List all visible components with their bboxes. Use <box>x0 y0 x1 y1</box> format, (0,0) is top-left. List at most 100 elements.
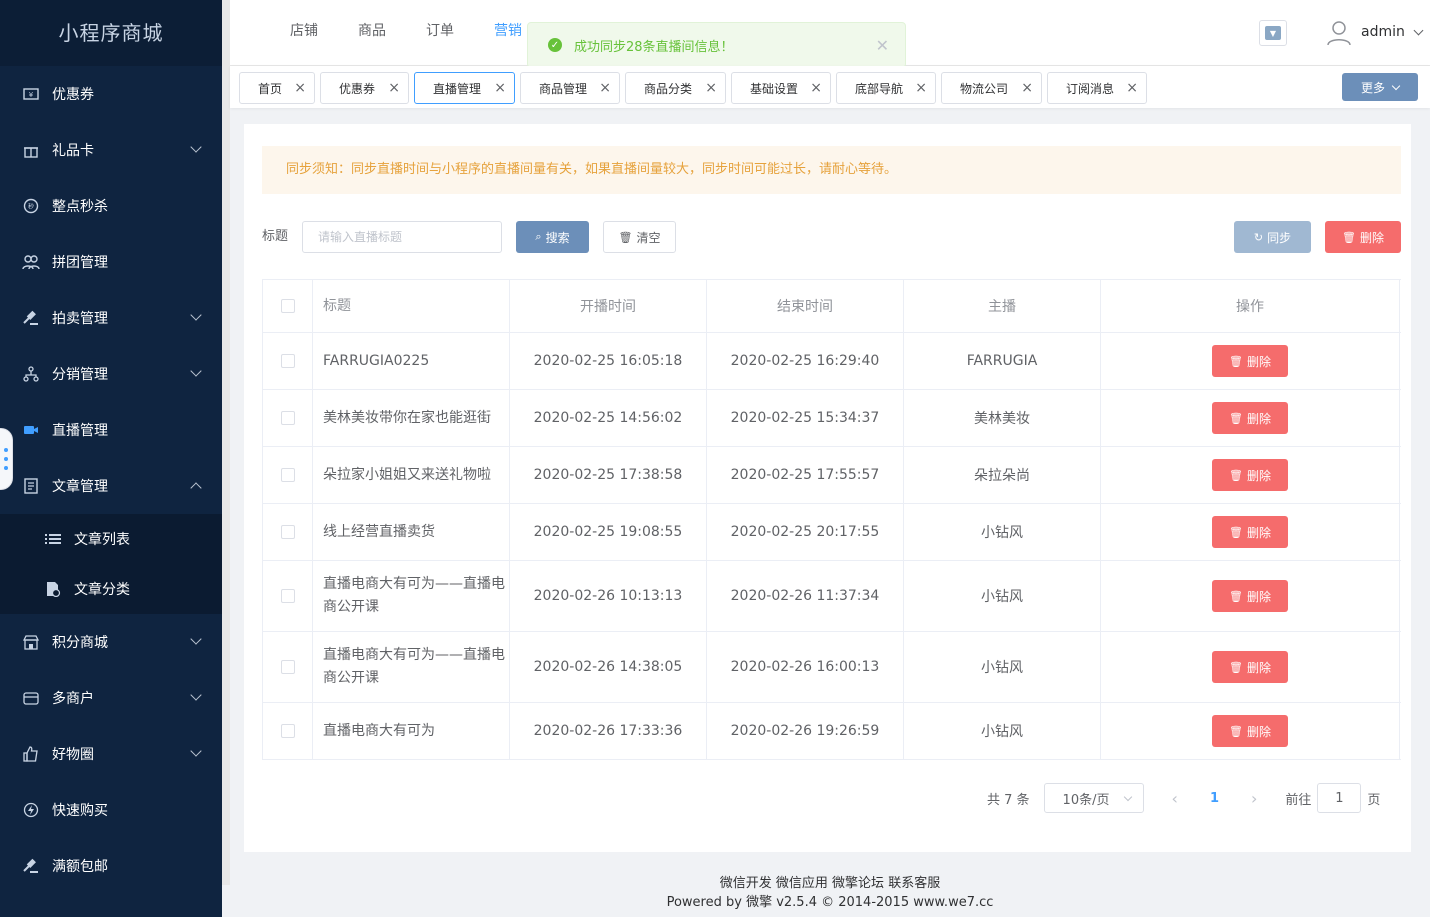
close-icon[interactable]: × <box>599 80 611 96</box>
row-checkbox[interactable] <box>280 354 295 368</box>
shop-icon <box>22 689 40 707</box>
cell-title: 朵拉家小姐姐又来送礼物啦 <box>313 447 510 503</box>
sidebar-item-points-mall[interactable]: 积分商城 <box>0 614 222 670</box>
chevron-down-icon <box>190 141 202 153</box>
sidebar-scrollbar[interactable] <box>222 0 230 885</box>
sidebar-item-article-list[interactable]: 文章列表 <box>0 514 222 564</box>
sidebar-item-article-category[interactable]: 文章分类 <box>0 564 222 614</box>
row-checkbox[interactable] <box>280 660 295 674</box>
sidebar-item-distribution[interactable]: 分销管理 <box>0 346 222 402</box>
check-circle-icon: ✓ <box>548 38 562 52</box>
page-size-select[interactable]: 10条/页 <box>1043 783 1144 813</box>
table-row: 美林美妆带你在家也能逛街 2020-02-25 14:56:02 2020-02-2… <box>263 390 1401 447</box>
tab-live[interactable]: 直播管理 × <box>414 72 515 104</box>
document-icon <box>22 477 40 495</box>
close-icon[interactable]: ✕ <box>876 36 889 55</box>
close-icon[interactable]: × <box>915 80 927 96</box>
nav-marketing[interactable]: 营销 <box>494 0 522 62</box>
sidebar-item-group-buy[interactable]: 拼团管理 <box>0 234 222 290</box>
delete-button[interactable]: 🗑 删除 <box>1212 580 1288 612</box>
goto-page-input[interactable]: 1 <box>1317 783 1362 813</box>
tab-bottom-nav[interactable]: 底部导航 × <box>836 72 936 104</box>
trash-icon: 🗑 <box>1229 468 1243 482</box>
page-number[interactable]: 1 <box>1210 791 1219 806</box>
nav-goods[interactable]: 商品 <box>358 0 386 62</box>
delete-button[interactable]: 🗑 删除 <box>1212 651 1288 683</box>
tab-logistics[interactable]: 物流公司 × <box>941 72 1042 104</box>
select-all-checkbox[interactable] <box>280 299 295 313</box>
nav-shop[interactable]: 店铺 <box>290 0 318 62</box>
sidebar-item-auction[interactable]: 拍卖管理 <box>0 290 222 346</box>
delete-button[interactable]: 🗑 删除 <box>1212 516 1288 548</box>
sidebar-item-label: 多商户 <box>52 691 94 707</box>
bulk-delete-button[interactable]: 🗑 删除 <box>1325 221 1401 253</box>
close-icon[interactable]: × <box>494 80 506 96</box>
chevron-down-icon <box>190 689 202 701</box>
cell-anchor: 小钻风 <box>904 504 1101 560</box>
toast-message: 成功同步28条直播间信息！ <box>574 39 734 55</box>
drag-handle[interactable] <box>0 428 13 490</box>
sidebar-item-label: 文章分类 <box>74 582 130 598</box>
cell-anchor: 小钻风 <box>904 703 1101 759</box>
close-icon[interactable]: × <box>294 80 306 96</box>
delete-button[interactable]: 🗑 删除 <box>1212 402 1288 434</box>
sidebar-item-flash-sale[interactable]: 秒 整点秒杀 <box>0 178 222 234</box>
close-icon[interactable]: × <box>1021 80 1033 96</box>
row-checkbox[interactable] <box>280 589 295 603</box>
table-row: 直播电商大有可为 2020-02-26 17:33:36 2020-02-26 19… <box>263 703 1401 760</box>
next-page-icon[interactable]: › <box>1251 789 1257 808</box>
search-button[interactable]: ⌕ 搜索 <box>516 221 589 253</box>
row-checkbox[interactable] <box>280 525 295 539</box>
sidebar-item-articles[interactable]: 文章管理 <box>0 458 222 514</box>
row-checkbox[interactable] <box>280 468 295 482</box>
user-menu[interactable]: admin <box>1325 18 1424 46</box>
sidebar-item-free-shipping[interactable]: 满额包邮 <box>0 838 222 894</box>
sidebar-item-multi-merchant[interactable]: 多商户 <box>0 670 222 726</box>
tab-goods-category[interactable]: 商品分类 × <box>625 72 726 104</box>
sidebar-item-label: 优惠券 <box>52 87 94 103</box>
sidebar-item-quick-buy[interactable]: 快速购买 <box>0 782 222 838</box>
chevron-down-icon <box>1123 792 1132 802</box>
table-row: FARRUGIA0225 2020-02-25 16:05:18 2020-02-2… <box>263 333 1401 390</box>
delete-button[interactable]: 🗑 删除 <box>1212 715 1288 747</box>
goto-suffix: 页 <box>1367 792 1381 808</box>
app-logo[interactable]: 小程序商城 <box>0 0 222 66</box>
sidebar: 小程序商城 ¥ 优惠券 礼品卡 秒 整点秒杀 拼团管理 拍卖管理 分销管理 直播… <box>0 0 222 917</box>
close-icon[interactable]: × <box>705 80 717 96</box>
sidebar-item-label: 整点秒杀 <box>52 199 108 215</box>
tab-subscribe-msg[interactable]: 订阅消息 × <box>1047 72 1147 104</box>
more-tabs-button[interactable]: 更多 <box>1342 73 1418 101</box>
delete-button[interactable]: 🗑 删除 <box>1212 459 1288 491</box>
sidebar-item-good-circle[interactable]: 好物圈 <box>0 726 222 782</box>
sync-notice: 同步须知：同步直播时间与小程序的直播间量有关，如果直播间量较大，同步时间可能过长… <box>262 146 1401 194</box>
collapse-button[interactable]: ▼ <box>1259 20 1287 46</box>
title-search-input[interactable] <box>302 221 502 253</box>
sidebar-item-giftcard[interactable]: 礼品卡 <box>0 122 222 178</box>
sidebar-item-live[interactable]: 直播管理 <box>0 402 222 458</box>
nav-orders[interactable]: 订单 <box>426 0 454 62</box>
row-checkbox[interactable] <box>280 724 295 738</box>
tab-coupon[interactable]: 优惠券 × <box>320 72 409 104</box>
close-icon[interactable]: × <box>388 80 400 96</box>
close-icon[interactable]: × <box>1126 80 1138 96</box>
sidebar-item-label: 满额包邮 <box>52 859 108 875</box>
username: admin <box>1361 24 1405 40</box>
filter-bar: 标题 ⌕搜索 🗑清空 ↻同步 🗑删除 <box>262 221 1401 253</box>
tab-goods-manage[interactable]: 商品管理 × <box>520 72 620 104</box>
chevron-down-icon <box>190 365 202 377</box>
tab-home[interactable]: 首页 × <box>239 72 315 104</box>
close-icon[interactable]: × <box>810 80 822 96</box>
chevron-down-icon: ▼ <box>1265 26 1281 40</box>
prev-page-icon[interactable]: ‹ <box>1172 789 1178 808</box>
tab-basic-settings[interactable]: 基础设置 × <box>731 72 831 104</box>
row-checkbox[interactable] <box>280 411 295 425</box>
table-row: 直播电商大有可为——直播电商公开课 2020-02-26 10:13:13 2020… <box>263 561 1401 632</box>
clear-button[interactable]: 🗑 清空 <box>603 221 676 253</box>
sidebar-item-coupon[interactable]: ¥ 优惠券 <box>0 66 222 122</box>
sync-button[interactable]: ↻ 同步 <box>1234 221 1311 253</box>
delete-button[interactable]: 🗑 删除 <box>1212 345 1288 377</box>
lightning-icon <box>22 801 40 819</box>
footer-links[interactable]: 微信开发 微信应用 微擎论坛 联系客服 <box>230 874 1430 893</box>
sidebar-item-label: 直播管理 <box>52 423 108 439</box>
list-icon <box>44 530 62 548</box>
